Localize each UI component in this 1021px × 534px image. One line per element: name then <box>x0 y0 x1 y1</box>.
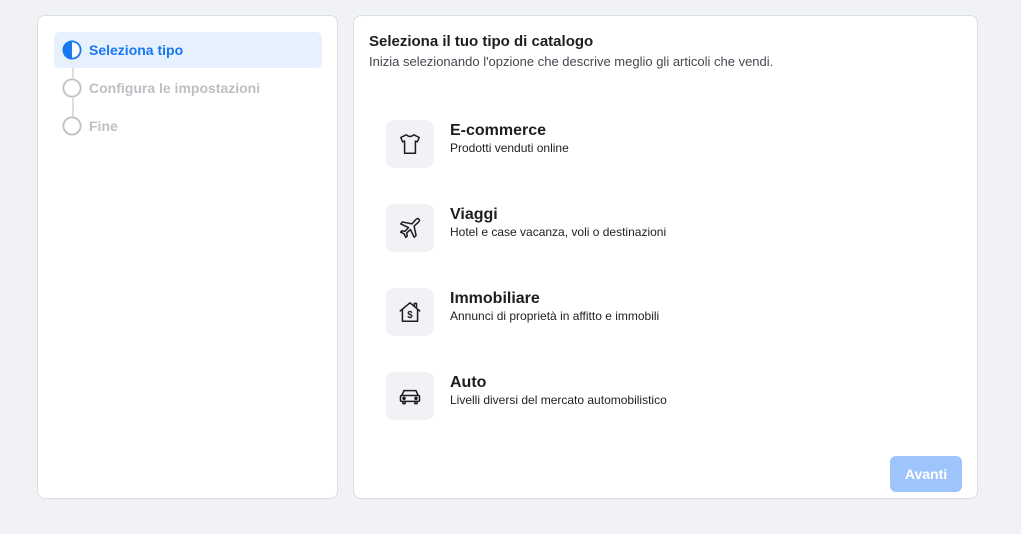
step-label: Seleziona tipo <box>89 42 184 58</box>
step-label: Configura le impostazioni <box>89 80 261 96</box>
option-immobiliare[interactable]: $ Immobiliare Annunci di proprietà in af… <box>386 288 786 336</box>
option-e-commerce[interactable]: E-commerce Prodotti venduti online <box>386 120 786 168</box>
svg-text:$: $ <box>407 310 413 321</box>
empty-circle-icon <box>62 78 82 98</box>
option-description: Prodotti venduti online <box>450 141 569 155</box>
step-seleziona-tipo[interactable]: Seleziona tipo <box>54 32 322 68</box>
option-viaggi[interactable]: Viaggi Hotel e case vacanza, voli o dest… <box>386 204 786 252</box>
empty-circle-icon <box>62 116 82 136</box>
option-title: Viaggi <box>450 206 498 223</box>
option-title: E-commerce <box>450 122 547 139</box>
stepper-panel: Seleziona tipo Configura le impostazioni… <box>37 15 338 499</box>
page-title: Seleziona il tuo tipo di catalogo <box>369 33 594 50</box>
option-description: Livelli diversi del mercato automobilist… <box>450 393 667 407</box>
airplane-icon <box>386 204 434 252</box>
tshirt-icon <box>386 120 434 168</box>
catalog-type-panel: Seleziona il tuo tipo di catalogo Inizia… <box>353 15 978 499</box>
option-description: Annunci di proprietà in affitto e immobi… <box>450 309 660 323</box>
option-auto[interactable]: Auto Livelli diversi del mercato automob… <box>386 372 786 420</box>
page-subtitle: Inizia selezionando l'opzione che descri… <box>369 54 774 69</box>
next-button[interactable]: Avanti <box>890 456 962 492</box>
step-configura-impostazioni[interactable]: Configura le impostazioni <box>54 70 322 106</box>
option-title: Immobiliare <box>450 290 540 307</box>
half-filled-circle-icon <box>62 40 82 60</box>
car-icon <box>386 372 434 420</box>
step-fine[interactable]: Fine <box>54 108 322 144</box>
house-dollar-icon: $ <box>386 288 434 336</box>
step-label: Fine <box>89 118 118 134</box>
option-title: Auto <box>450 374 487 391</box>
option-description: Hotel e case vacanza, voli o destinazion… <box>450 225 667 239</box>
